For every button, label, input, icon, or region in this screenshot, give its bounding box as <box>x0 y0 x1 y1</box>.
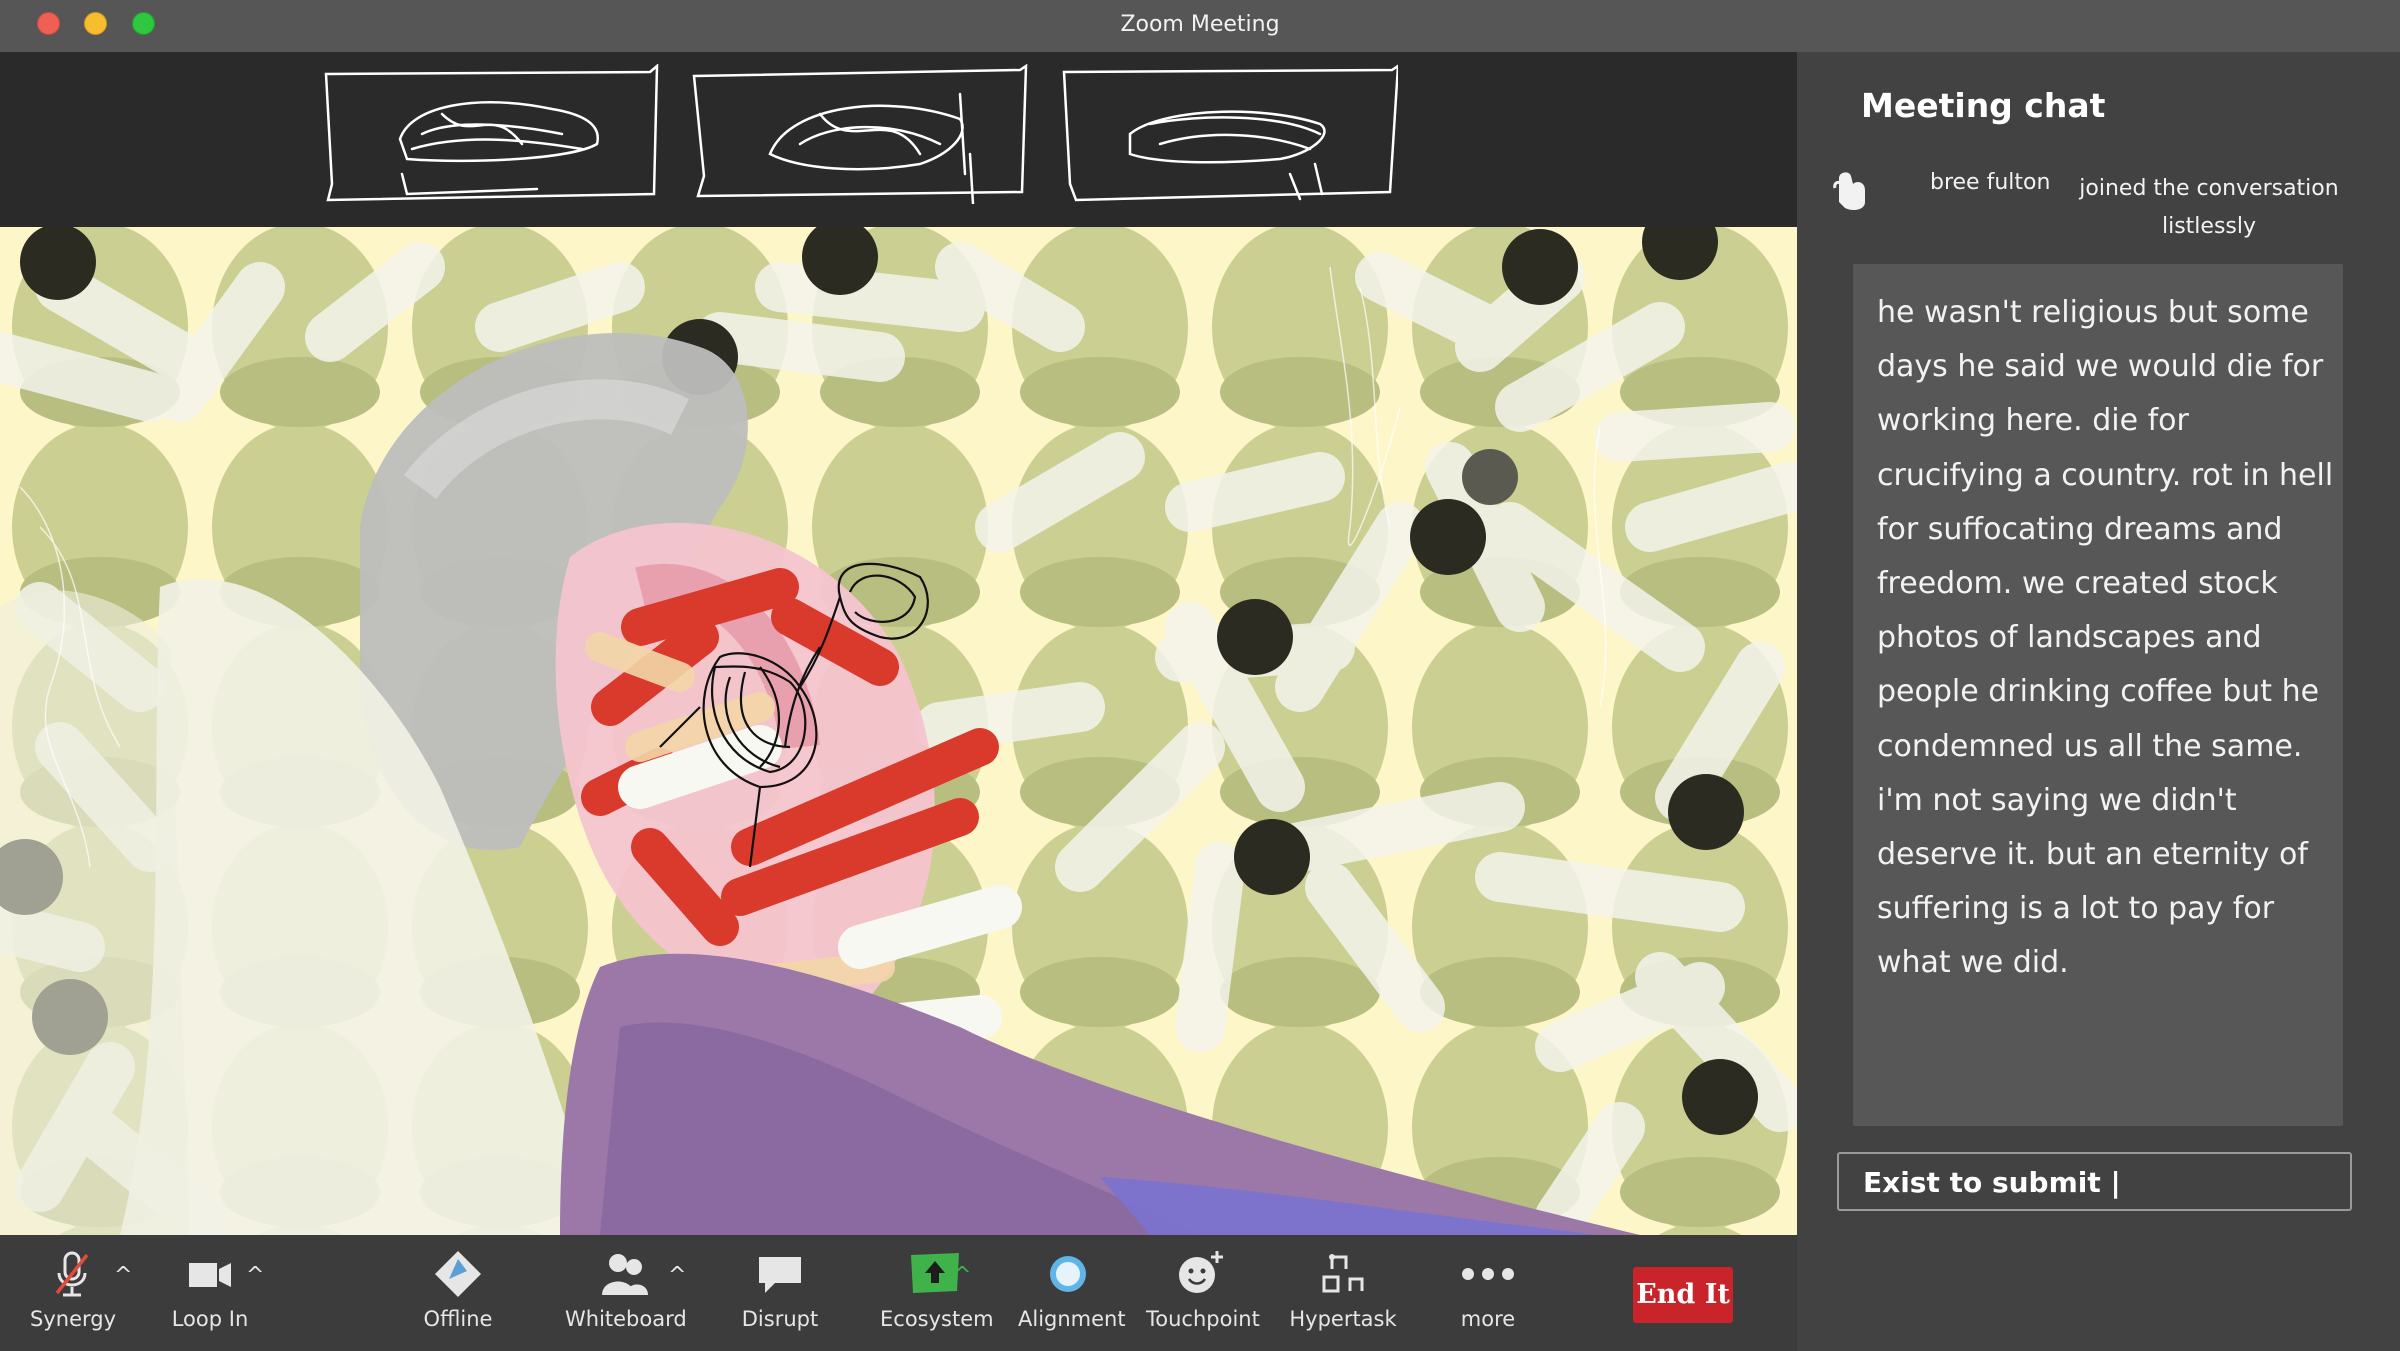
meeting-toolbar: Synergy ^ Loop In ^ Offline Whiteboard ^… <box>0 1235 1797 1351</box>
hand-wave-icon <box>1831 168 1871 212</box>
chat-message: he wasn't religious but some days he sai… <box>1877 295 2334 981</box>
video-camera-icon <box>168 1249 252 1299</box>
participant-thumbnail[interactable] <box>1060 63 1400 204</box>
share-options-caret[interactable]: ^ <box>953 1263 971 1288</box>
disrupt-chat-button[interactable]: Disrupt <box>738 1249 822 1331</box>
chat-input[interactable]: Exist to submit | <box>1837 1152 2352 1211</box>
offline-button[interactable]: Offline <box>410 1249 506 1331</box>
window-title: Zoom Meeting <box>1120 12 1280 37</box>
chat-message-box: he wasn't religious but some days he sai… <box>1853 264 2343 1126</box>
apps-icon <box>1284 1249 1402 1299</box>
toolbar-label: Disrupt <box>741 1307 819 1331</box>
participant-thumbnail[interactable] <box>690 63 1028 206</box>
share-screen-icon <box>880 1249 990 1299</box>
end-meeting-button[interactable]: End It <box>1633 1267 1733 1323</box>
alignment-record-button[interactable]: Alignment <box>1018 1249 1126 1331</box>
participant-name: bree fulton <box>1930 170 2051 195</box>
toolbar-label: Touchpoint <box>1146 1307 1260 1331</box>
share-diamond-icon <box>410 1249 506 1299</box>
chat-title: Meeting chat <box>1861 86 2106 125</box>
microphone-muted-icon <box>30 1249 114 1299</box>
toolbar-label: Synergy <box>30 1307 117 1331</box>
loop-in-video-button[interactable]: Loop In <box>168 1249 252 1331</box>
join-message: joined the conversation listlessly <box>2079 176 2339 239</box>
toolbar-label: Whiteboard <box>565 1307 687 1331</box>
whiteboard-participants-button[interactable]: Whiteboard <box>565 1249 687 1331</box>
main-video-feed <box>0 227 1797 1235</box>
participant-thumbnail[interactable] <box>322 63 660 204</box>
toolbar-label: Ecosystem <box>880 1307 994 1331</box>
more-button[interactable]: more <box>1450 1249 1526 1331</box>
participants-icon <box>565 1249 683 1299</box>
toolbar-label: Offline <box>423 1307 493 1331</box>
reaction-smiley-icon <box>1146 1249 1256 1299</box>
meeting-chat-panel: Meeting chat bree fulton joined the conv… <box>1797 52 2400 1351</box>
record-circle-icon <box>1018 1249 1118 1299</box>
toolbar-label: Hypertask <box>1289 1307 1397 1331</box>
touchpoint-reactions-button[interactable]: Touchpoint <box>1146 1249 1260 1331</box>
join-notification: bree fulton joined the conversation list… <box>1831 164 2371 244</box>
more-dots-icon <box>1450 1249 1526 1299</box>
synergy-mute-button[interactable]: Synergy <box>30 1249 117 1331</box>
toolbar-label: Alignment <box>1018 1307 1126 1331</box>
hypertask-apps-button[interactable]: Hypertask <box>1284 1249 1402 1331</box>
chat-bubble-icon <box>738 1249 822 1299</box>
participants-options-caret[interactable]: ^ <box>668 1263 686 1288</box>
audio-options-caret[interactable]: ^ <box>114 1263 132 1288</box>
ecosystem-share-screen-button[interactable]: Ecosystem <box>880 1249 994 1331</box>
title-bar: Zoom Meeting <box>0 0 2400 52</box>
toolbar-label: Loop In <box>171 1307 249 1331</box>
toolbar-label: more <box>1460 1307 1516 1331</box>
video-options-caret[interactable]: ^ <box>246 1263 264 1288</box>
participant-thumbnail-strip <box>0 52 1797 227</box>
